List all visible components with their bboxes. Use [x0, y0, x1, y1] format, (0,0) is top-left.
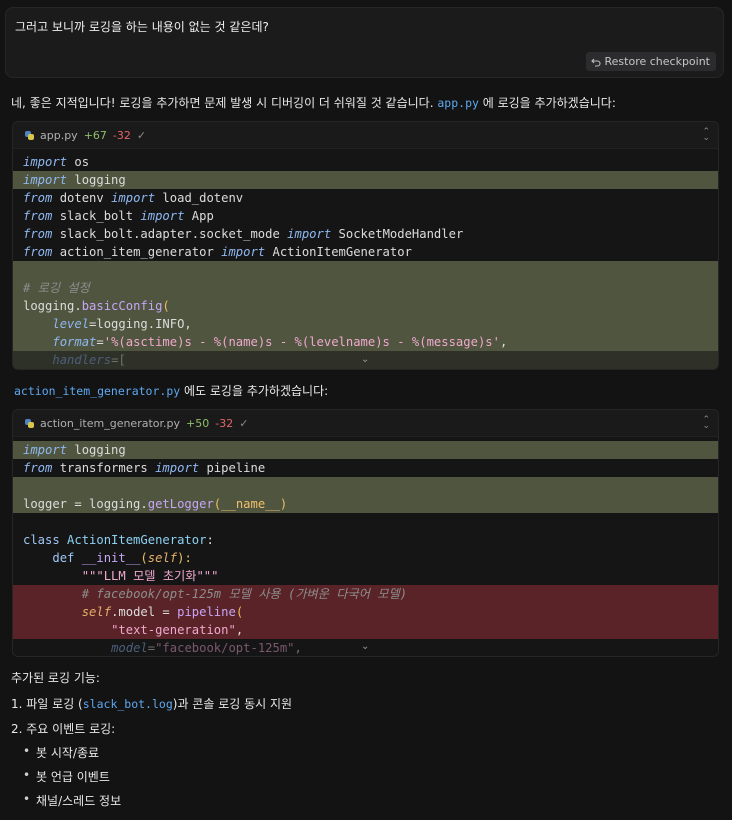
restore-checkpoint-label: Restore checkpoint [604, 55, 711, 68]
lines-added: +50 [186, 416, 210, 430]
code-line: from slack_bolt.adapter.socket_mode impo… [23, 227, 464, 241]
lines-removed: -32 [112, 128, 131, 142]
code-card-header[interactable]: action_item_generator.py +50 -32 ✓ ⌃ ⌄ [13, 410, 718, 437]
code-line-added: import logging [13, 171, 718, 189]
list-item-text-after: )과 콘솔 로깅 동시 지원 [172, 697, 293, 711]
code-card-action-item-generator: action_item_generator.py +50 -32 ✓ ⌃ ⌄ im… [12, 409, 719, 657]
code-line: """LLM 모델 초기화""" [81, 569, 219, 583]
inline-code-app-py[interactable]: app.py [437, 96, 479, 110]
code-card-app-py: app.py +67 -32 ✓ ⌃ ⌄ import os import log… [12, 121, 719, 370]
user-message: 그러고 보니까 로깅을 하는 내용이 없는 것 같은데? Restore che… [5, 7, 724, 78]
inline-code-log-file[interactable]: slack_bot.log [83, 697, 173, 711]
applied-check-icon: ✓ [136, 128, 147, 142]
show-more-chevron-icon[interactable]: ⌄ [361, 354, 369, 365]
list-item: 1. 파일 로깅 (slack_bot.log)과 콘솔 로깅 동시 지원 [11, 695, 292, 712]
expand-collapse-icon[interactable]: ⌃ ⌄ [702, 416, 710, 431]
applied-check-icon: ✓ [239, 416, 249, 430]
code-line: from transformers import pipeline [23, 461, 266, 475]
lines-removed: -32 [215, 416, 234, 430]
lines-added: +67 [83, 128, 107, 142]
code-line: from dotenv import load_dotenv [23, 191, 244, 205]
list-item: 2. 주요 이벤트 로깅: [11, 722, 116, 736]
code-line-added: # 로깅 설정 [13, 279, 718, 297]
code-line-added: logger = logging.getLogger(__name__) [13, 495, 718, 513]
bullet-item: 봇 언급 이벤트 [23, 768, 110, 785]
second-intro-text: 에도 로깅을 추가하겠습니다: [184, 384, 329, 398]
code-line: import os [23, 155, 90, 169]
code-line-removed: "text-generation", [13, 621, 718, 639]
show-more-chevron-icon[interactable]: ⌄ [361, 641, 369, 652]
code-block: import logging from transformers import … [13, 437, 718, 656]
python-file-icon [25, 130, 34, 140]
code-line-added [13, 477, 718, 495]
intro-text: 네, 좋은 지적입니다! 로깅을 추가하면 문제 발생 시 디버깅이 더 쉬워질… [11, 96, 434, 110]
code-line-added: format='%(asctime)s - %(name)s - %(level… [13, 333, 718, 351]
expand-collapse-icon[interactable]: ⌃ ⌄ [702, 128, 710, 143]
code-line-added: logging.basicConfig( [13, 297, 718, 315]
code-card-header[interactable]: app.py +67 -32 ✓ ⌃ ⌄ [13, 122, 718, 149]
code-line: class ActionItemGenerator: [23, 533, 214, 547]
intro-text-after: 에 로깅을 추가하겠습니다: [482, 96, 616, 110]
undo-icon [590, 58, 601, 67]
code-block: import os import logging from dotenv imp… [13, 149, 718, 369]
code-line-added: import logging [13, 441, 718, 459]
code-line-removed: self.model = pipeline( [13, 603, 718, 621]
bullet-item: 봇 시작/종료 [23, 744, 99, 761]
code-line-removed: # facebook/opt-125m 모델 사용 (가벼운 다국어 모델) [13, 585, 718, 603]
list-item-text: 1. 파일 로깅 ( [11, 697, 83, 711]
code-card-filename: action_item_generator.py [40, 416, 181, 430]
code-line-added [13, 261, 718, 279]
code-card-filename: app.py [40, 128, 78, 142]
assistant-second-intro: action_item_generator.py 에도 로깅을 추가하겠습니다: [14, 382, 328, 399]
restore-checkpoint-button[interactable]: Restore checkpoint [585, 52, 716, 71]
bullet-item: 채널/스레드 정보 [23, 792, 121, 809]
assistant-intro: 네, 좋은 지적입니다! 로깅을 추가하면 문제 발생 시 디버깅이 더 쉬워질… [11, 94, 616, 111]
inline-code-action-item-generator[interactable]: action_item_generator.py [14, 384, 180, 398]
code-line: def __init__(self): [52, 551, 192, 565]
code-line: from slack_bolt import App [23, 209, 214, 223]
code-line-added: level=logging.INFO, [13, 315, 718, 333]
python-file-icon [25, 418, 34, 428]
user-message-text: 그러고 보니까 로깅을 하는 내용이 없는 것 같은데? [15, 20, 269, 34]
code-line: from action_item_generator import Action… [23, 245, 412, 259]
summary-title: 추가된 로깅 기능: [11, 671, 100, 685]
